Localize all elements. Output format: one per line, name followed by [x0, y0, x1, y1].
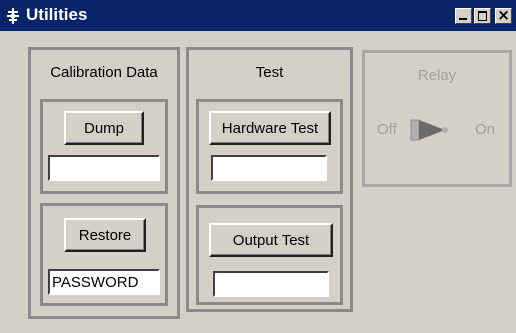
dump-field[interactable] [48, 155, 160, 181]
restore-panel: Restore [40, 203, 168, 306]
relay-group: Relay Off On [362, 50, 512, 187]
hardware-test-panel: Hardware Test [196, 99, 343, 194]
test-heading: Test [255, 64, 284, 81]
relay-on-label: On [475, 121, 496, 138]
window-title: Utilities [26, 5, 88, 24]
hardware-test-button[interactable]: Hardware Test [209, 111, 331, 145]
test-group: Test Hardware Test Output Test [186, 47, 353, 312]
minimize-button[interactable] [455, 8, 472, 24]
restore-field[interactable] [48, 269, 160, 295]
hardware-test-field[interactable] [211, 155, 327, 181]
dump-button[interactable]: Dump [64, 111, 144, 145]
close-icon: × [497, 6, 510, 24]
output-test-field[interactable] [213, 271, 329, 297]
title-bar[interactable]: Utilities × [0, 0, 516, 31]
calibration-data-heading: Calibration Data [50, 64, 158, 81]
relay-heading: Relay [417, 67, 457, 84]
utilities-icon [7, 8, 19, 24]
relay-off-label: Off [377, 121, 397, 138]
restore-button[interactable]: Restore [64, 218, 146, 252]
close-button[interactable]: × [495, 6, 512, 24]
utilities-window: Utilities × Calibration Data Dump Restor… [0, 0, 516, 333]
relay-toggle-icon[interactable] [409, 117, 449, 143]
calibration-data-group: Calibration Data Dump Restore [28, 47, 180, 319]
output-test-button[interactable]: Output Test [209, 223, 333, 257]
dump-panel: Dump [40, 99, 168, 194]
maximize-button[interactable] [474, 8, 491, 24]
output-test-panel: Output Test [196, 205, 343, 305]
